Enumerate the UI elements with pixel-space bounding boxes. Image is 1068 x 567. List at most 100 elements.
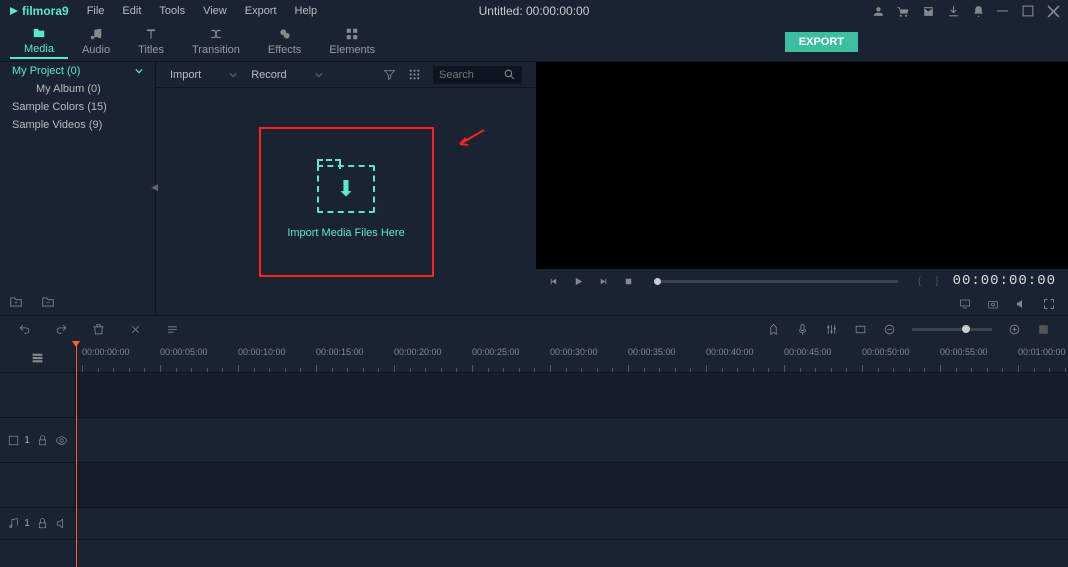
grid-view-icon[interactable] [408,68,421,81]
sidebar-item-album[interactable]: My Album (0) [0,80,155,98]
audio-track-1[interactable]: 1 [0,508,1068,540]
menu-edit[interactable]: Edit [122,5,141,17]
audio-track-head[interactable]: 1 [0,508,76,539]
filter-icon[interactable] [383,68,396,81]
lock-icon[interactable] [36,434,49,447]
tab-media[interactable]: Media [10,24,68,59]
fullscreen-icon[interactable] [1042,298,1056,310]
ruler-label: 00:00:55:00 [940,347,988,357]
lock-icon[interactable] [36,517,49,530]
import-label: Import [170,69,201,81]
effects-icon [277,27,293,41]
maximize-button[interactable] [1022,5,1035,18]
tab-titles[interactable]: Titles [124,25,178,58]
download-icon[interactable] [947,5,960,18]
menu-view[interactable]: View [203,5,227,17]
manage-tracks-button[interactable] [0,343,76,372]
edit-icon[interactable] [166,323,179,336]
split-icon[interactable] [129,323,142,336]
tab-effects-label: Effects [268,44,301,56]
crop-icon[interactable] [854,323,867,336]
elements-icon [344,27,360,41]
music-icon [88,27,104,41]
volume-icon[interactable] [1014,298,1028,310]
redo-icon[interactable] [55,323,68,336]
mail-icon[interactable] [922,5,935,18]
ruler-label: 00:00:40:00 [706,347,754,357]
tab-elements[interactable]: Elements [315,25,389,58]
timeline: 00:00:00:0000:00:05:0000:00:10:0000:00:1… [0,343,1068,567]
search-icon[interactable] [503,68,516,81]
ruler-label: 00:00:05:00 [160,347,208,357]
app-name: filmora9 [22,4,69,18]
logo-icon [8,5,20,17]
dashed-folder-icon: ⬇ [317,165,375,213]
video-track-number: 1 [24,435,30,446]
zoom-out-icon[interactable] [883,323,896,336]
minimize-button[interactable] [997,5,1010,18]
mixer-icon[interactable] [825,323,838,336]
add-folder-icon[interactable] [8,295,24,309]
menu-help[interactable]: Help [295,5,318,17]
tab-audio[interactable]: Audio [68,25,124,58]
ruler-label: 00:00:30:00 [550,347,598,357]
ruler-label: 00:00:10:00 [238,347,286,357]
import-media-dropzone[interactable]: ⬇ Import Media Files Here [259,127,434,277]
eye-icon[interactable] [55,434,68,447]
display-icon[interactable] [958,298,972,310]
timeline-toolbar [0,315,1068,343]
playhead[interactable] [76,343,77,567]
media-body: ⬇ Import Media Files Here [156,88,536,315]
delete-icon[interactable] [92,323,105,336]
step-forward-icon[interactable] [598,276,609,287]
notification-icon[interactable] [972,5,985,18]
close-button[interactable] [1047,5,1060,18]
ruler-label: 00:00:50:00 [862,347,910,357]
record-dropdown[interactable]: Record [251,69,322,81]
brace-right-icon[interactable]: } [935,276,938,287]
play-icon[interactable] [573,276,584,287]
mic-icon[interactable] [796,323,809,336]
sidebar-item-colors[interactable]: Sample Colors (15) [0,98,155,116]
speaker-icon[interactable] [55,517,68,530]
sidebar-item-project[interactable]: My Project (0) [0,62,155,80]
preview-scrubber[interactable] [654,280,898,283]
marker-icon[interactable] [767,323,780,336]
search-input[interactable] [433,66,503,84]
track-spacer-1 [0,373,1068,418]
snapshot-icon[interactable] [986,298,1000,310]
time-ruler[interactable]: 00:00:00:0000:00:05:0000:00:10:0000:00:1… [76,343,1068,372]
user-icon[interactable] [872,5,885,18]
tab-transition[interactable]: Transition [178,25,254,58]
fit-icon[interactable] [1037,323,1050,336]
tab-effects[interactable]: Effects [254,25,315,58]
menu-export[interactable]: Export [245,5,277,17]
zoom-slider[interactable] [912,328,992,331]
media-panel: Import Record ⬇ Import Media [156,62,536,315]
tab-titles-label: Titles [138,44,164,56]
tab-transition-label: Transition [192,44,240,56]
brace-left-icon[interactable]: { [918,276,921,287]
menu-tools[interactable]: Tools [159,5,185,17]
video-track-1[interactable]: 1 [0,418,1068,463]
sidebar-project-label: My Project (0) [12,65,80,77]
folder-icon [31,26,47,40]
sidebar-item-videos[interactable]: Sample Videos (9) [0,116,155,134]
zoom-in-icon[interactable] [1008,323,1021,336]
ruler-label: 00:00:15:00 [316,347,364,357]
tracks-icon [31,351,44,364]
preview-video[interactable] [536,62,1068,269]
undo-icon[interactable] [18,323,31,336]
delete-folder-icon[interactable] [40,295,56,309]
export-button[interactable]: EXPORT [785,32,858,52]
record-label: Record [251,69,286,81]
film-icon [7,434,20,447]
audio-track-number: 1 [24,518,30,529]
video-track-head[interactable]: 1 [0,418,76,462]
tab-audio-label: Audio [82,44,110,56]
step-back-icon[interactable] [548,276,559,287]
stop-icon[interactable] [623,276,634,287]
cart-icon[interactable] [897,5,910,18]
menu-file[interactable]: File [87,5,105,17]
import-dropdown[interactable]: Import [170,69,237,81]
